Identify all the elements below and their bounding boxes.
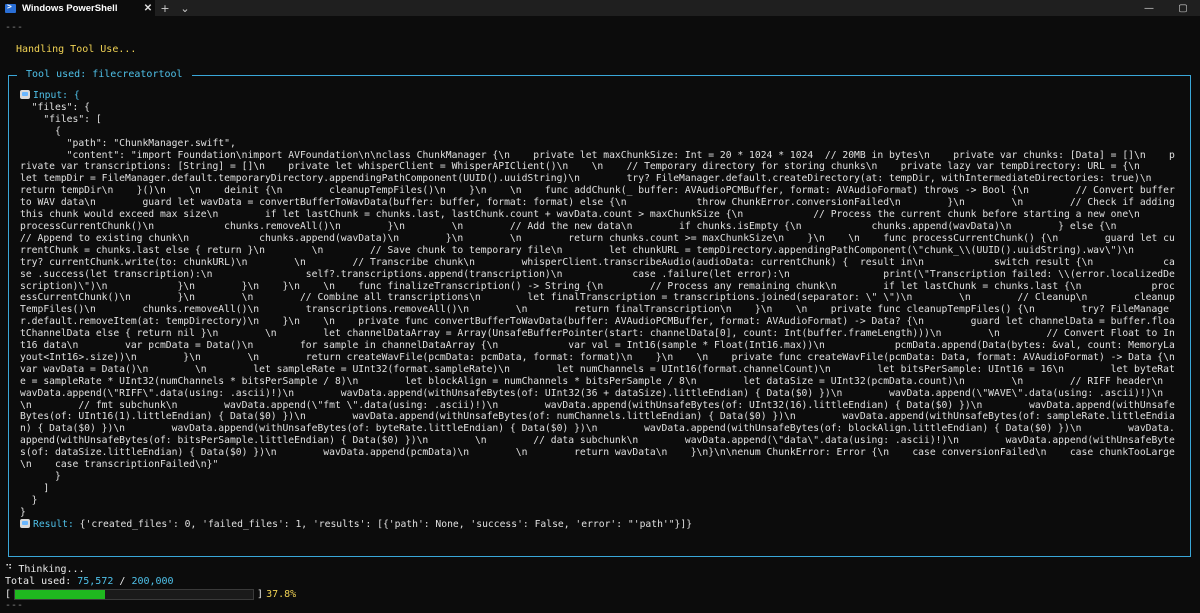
json-line: "files": { xyxy=(20,101,90,113)
tool-panel: Tool used: filecreatortool Input: { "fil… xyxy=(8,69,1191,557)
json-line: "path": "ChunkManager.swift", xyxy=(20,137,236,149)
content-text: "import Foundation\nimport AVFoundation\… xyxy=(20,149,1175,471)
file-content-block: "content": "import Foundation\nimport AV… xyxy=(20,150,1180,471)
input-icon xyxy=(20,90,30,99)
progress-percent: 37.8% xyxy=(266,588,297,600)
chevron-down-icon[interactable]: ⌄ xyxy=(175,2,195,15)
result-label: Result: xyxy=(33,518,74,530)
total-label: Total used: xyxy=(5,576,78,587)
content-key: "content": xyxy=(20,149,131,161)
token-progress: [ ] 37.8% xyxy=(5,588,296,600)
bar-close-bracket: ] xyxy=(257,588,264,600)
total-separator: / xyxy=(113,576,132,587)
new-tab-button[interactable]: + xyxy=(155,2,175,15)
progress-bar-fill xyxy=(15,589,105,599)
close-tab-icon[interactable]: ✕ xyxy=(141,3,155,14)
token-usage: Total used: 75,572 / 200,000 xyxy=(5,576,174,588)
minimize-button[interactable]: — xyxy=(1132,3,1166,14)
result-icon xyxy=(20,518,30,528)
json-line: "files": [ xyxy=(20,113,102,125)
powershell-icon xyxy=(5,2,16,13)
total-used: 75,572 xyxy=(77,576,114,587)
result-text: {'created_files': 0, 'failed_files': 1, … xyxy=(73,518,693,530)
json-line: { xyxy=(20,125,61,137)
handling-tool-use: Handling Tool Use... xyxy=(16,44,137,55)
separator-bottom: --- xyxy=(5,600,24,611)
thinking-status: ⠙ Thinking... xyxy=(5,564,85,575)
tab-windows-powershell[interactable]: Windows PowerShell ✕ xyxy=(0,0,155,16)
json-line: } xyxy=(20,494,38,506)
tool-panel-body: Input: { "files": { "files": [ { "path":… xyxy=(20,90,1185,531)
separator-top: --- xyxy=(5,22,24,33)
json-line: } xyxy=(20,506,26,518)
json-line: } xyxy=(20,471,61,482)
tool-used-title: Tool used: filecreatortool xyxy=(17,69,192,81)
bar-open-bracket: [ xyxy=(5,588,12,600)
input-label: Input: { xyxy=(33,90,80,101)
maximize-button[interactable]: ▢ xyxy=(1166,3,1200,14)
json-line: ] xyxy=(20,482,50,494)
total-max: 200,000 xyxy=(131,576,174,587)
progress-bar xyxy=(14,588,255,600)
tab-title: Windows PowerShell xyxy=(22,2,118,14)
title-bar: Windows PowerShell ✕ + ⌄ — ▢ xyxy=(0,0,1200,16)
